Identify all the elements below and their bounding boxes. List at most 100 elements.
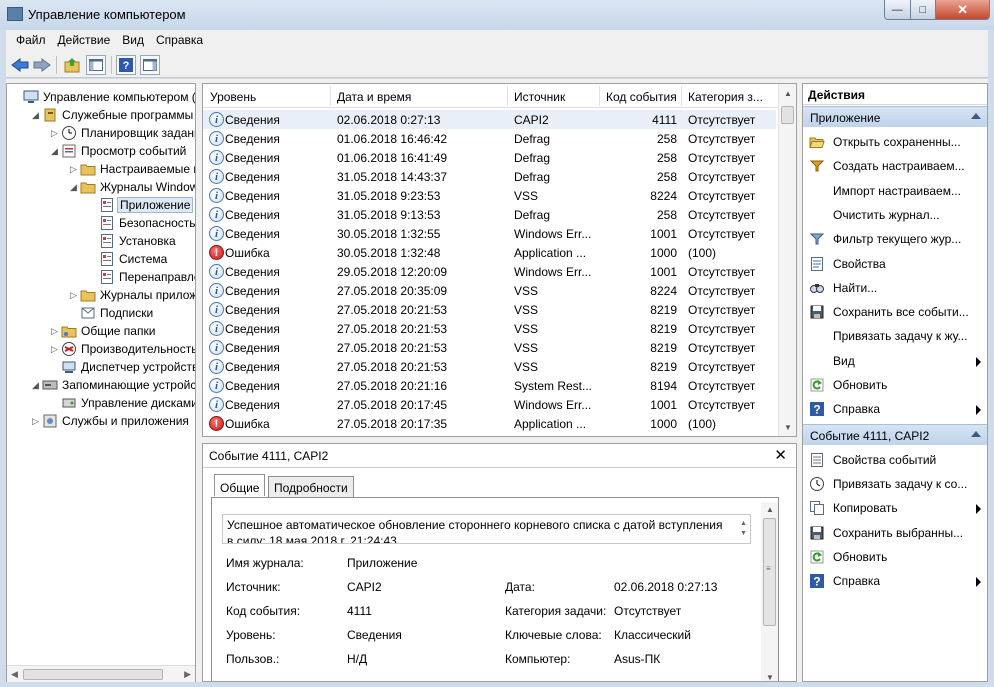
action-item[interactable]: Очистить журнал... (803, 203, 987, 227)
back-button[interactable] (10, 55, 30, 75)
up-level-button[interactable] (62, 55, 82, 75)
column-separator[interactable] (681, 86, 682, 106)
tree-node[interactable]: ▷ Производительность (7, 340, 195, 358)
action-item[interactable]: Свойства событий (803, 448, 987, 472)
tree-node[interactable]: ◢ Служебные программы (7, 106, 195, 124)
event-row[interactable]: i Сведения 27.05.2018 20:21:53 VSS 8219 Отсут… (203, 319, 776, 338)
tree-node[interactable]: Подписки (7, 304, 195, 322)
scroll-right-icon[interactable]: ▶ (184, 669, 191, 680)
event-row[interactable]: i Сведения 27.05.2018 20:21:53 VSS 8219 Отсут… (203, 300, 776, 319)
forward-button[interactable] (32, 55, 52, 75)
scroll-down-icon[interactable]: ▼ (784, 423, 792, 432)
action-item[interactable]: ? Справка (803, 569, 987, 593)
expand-icon[interactable]: ▷ (51, 128, 59, 138)
column-separator[interactable] (507, 86, 508, 106)
show-hide-console-tree-button[interactable] (86, 55, 106, 75)
tree-node[interactable]: Безопасность (7, 214, 195, 232)
tree-node[interactable]: ◢ Просмотр событий (7, 142, 195, 160)
tree-node[interactable]: ▷ Общие папки (7, 322, 195, 340)
collapse-section-icon[interactable] (971, 113, 981, 119)
scroll-up-icon[interactable]: ▲ (784, 89, 792, 98)
expand-icon[interactable]: ▷ (51, 326, 59, 336)
scroll-thumb[interactable] (23, 669, 163, 680)
expand-icon[interactable]: ▷ (70, 290, 78, 300)
minimize-button[interactable]: — (885, 0, 911, 19)
column-event-id[interactable]: Код события (606, 90, 677, 104)
event-row[interactable]: i Сведения 31.05.2018 9:13:53 Defrag 258 Отсу… (203, 205, 776, 224)
tree-node[interactable]: ◢ Запоминающие устройст (7, 376, 195, 394)
event-row[interactable]: i Сведения 31.05.2018 14:43:37 Defrag 258 Отс… (203, 167, 776, 186)
tree-node[interactable]: ▷ Планировщик заданий (7, 124, 195, 142)
maximize-button[interactable]: □ (910, 0, 937, 19)
collapse-icon[interactable]: ◢ (51, 146, 59, 156)
collapse-icon[interactable]: ◢ (32, 110, 40, 120)
action-item[interactable]: Привязать задачу к со... (803, 472, 987, 496)
show-hide-action-pane-button[interactable] (140, 55, 160, 75)
details-vertical-scrollbar[interactable]: ▲ ≡ ▼ (761, 502, 778, 681)
actions-section-event[interactable]: Событие 4111, CAPI2 (803, 423, 987, 445)
help-toolbar-button[interactable]: ? (116, 55, 136, 75)
expand-icon[interactable]: ▷ (70, 164, 78, 174)
action-item[interactable]: Открыть сохраненны... (803, 130, 987, 154)
action-item[interactable]: Фильтр текущего жур... (803, 227, 987, 251)
tab-details[interactable]: Подробности (268, 476, 354, 497)
event-row[interactable]: i Сведения 27.05.2018 20:21:53 VSS 8219 Отсут… (203, 338, 776, 357)
close-button[interactable]: ✕ (936, 0, 989, 19)
menu-view[interactable]: Вид (116, 30, 150, 47)
action-item[interactable]: Вид (803, 349, 987, 373)
tree-horizontal-scrollbar[interactable]: ◀ ▶ (7, 665, 195, 682)
event-row[interactable]: i Сведения 02.06.2018 0:27:13 CAPI2 4111 Отсу… (203, 110, 776, 129)
event-row[interactable]: i Сведения 01.06.2018 16:46:42 Defrag 258 Отс… (203, 129, 776, 148)
scroll-thumb[interactable] (781, 106, 794, 124)
event-row[interactable]: i Сведения 27.05.2018 20:21:16 System Rest.… (203, 376, 776, 395)
action-item[interactable]: Найти... (803, 276, 987, 300)
scroll-left-icon[interactable]: ◀ (11, 669, 18, 680)
message-scrollbar[interactable]: ▲ ▼ (736, 515, 750, 543)
action-item[interactable]: Свойства (803, 252, 987, 276)
scroll-down-icon[interactable]: ▼ (766, 673, 774, 681)
column-level[interactable]: Уровень (210, 90, 256, 104)
column-task-category[interactable]: Категория з... (688, 90, 763, 104)
event-row[interactable]: i Сведения 29.05.2018 12:20:09 Windows Err.… (203, 262, 776, 281)
tree-node[interactable]: Управление компьютером (л (7, 88, 195, 106)
column-date[interactable]: Дата и время (337, 90, 411, 104)
expand-icon[interactable]: ▷ (32, 416, 40, 426)
collapse-icon[interactable]: ◢ (70, 182, 78, 192)
event-row[interactable]: ! Ошибка 30.05.2018 1:32:48 Application ...… (203, 243, 776, 262)
event-row[interactable]: i Сведения 27.05.2018 20:21:53 VSS 8219 Отсут… (203, 357, 776, 376)
tree-node[interactable]: ◢ Журналы Windows (7, 178, 195, 196)
event-list-vertical-scrollbar[interactable]: ▲ ▼ (778, 84, 796, 436)
action-item[interactable]: Создать настраиваем... (803, 154, 987, 178)
actions-section-application[interactable]: Приложение (803, 106, 987, 127)
close-details-icon[interactable]: ✕ (774, 446, 787, 464)
tree-node[interactable]: Система (7, 250, 195, 268)
action-item[interactable]: Привязать задачу к жу... (803, 324, 987, 348)
event-row[interactable]: i Сведения 30.05.2018 1:32:55 Windows Err..… (203, 224, 776, 243)
tree-node[interactable]: ▷ Журналы приложе (7, 286, 195, 304)
action-item[interactable]: Импорт настраиваем... (803, 179, 987, 203)
column-separator[interactable] (330, 86, 331, 106)
scroll-up-icon[interactable]: ▲ (766, 505, 774, 514)
tree-node[interactable]: Диспетчер устройств (7, 358, 195, 376)
tree-node[interactable]: Управление дисками (7, 394, 195, 412)
event-row[interactable]: i Сведения 27.05.2018 20:35:09 VSS 8224 Отсут… (203, 281, 776, 300)
tab-general[interactable]: Общие (214, 474, 266, 496)
collapse-section-icon[interactable] (971, 430, 981, 437)
tree-node[interactable]: Приложение (7, 196, 195, 214)
column-separator[interactable] (599, 86, 600, 106)
event-row[interactable]: i Сведения 27.05.2018 20:17:45 Windows Err.… (203, 395, 776, 414)
expand-icon[interactable]: ▷ (51, 344, 59, 354)
collapse-icon[interactable]: ◢ (32, 380, 40, 390)
tree-node[interactable]: ▷ Настраиваемые пр (7, 160, 195, 178)
event-row[interactable]: i Сведения 01.06.2018 16:41:49 Defrag 258 Отс… (203, 148, 776, 167)
event-row[interactable]: ! Ошибка 27.05.2018 20:17:35 Application ..… (203, 414, 776, 433)
column-source[interactable]: Источник (514, 90, 565, 104)
action-item[interactable]: Сохранить все событи... (803, 300, 987, 324)
menu-help[interactable]: Справка (150, 30, 209, 47)
tree-node[interactable]: ▷ Службы и приложения (7, 412, 195, 430)
menu-action[interactable]: Действие (52, 30, 117, 47)
action-item[interactable]: Копировать (803, 496, 987, 520)
action-item[interactable]: ? Справка (803, 397, 987, 421)
action-item[interactable]: Сохранить выбранны... (803, 521, 987, 545)
tree-node[interactable]: Перенаправлен (7, 268, 195, 286)
